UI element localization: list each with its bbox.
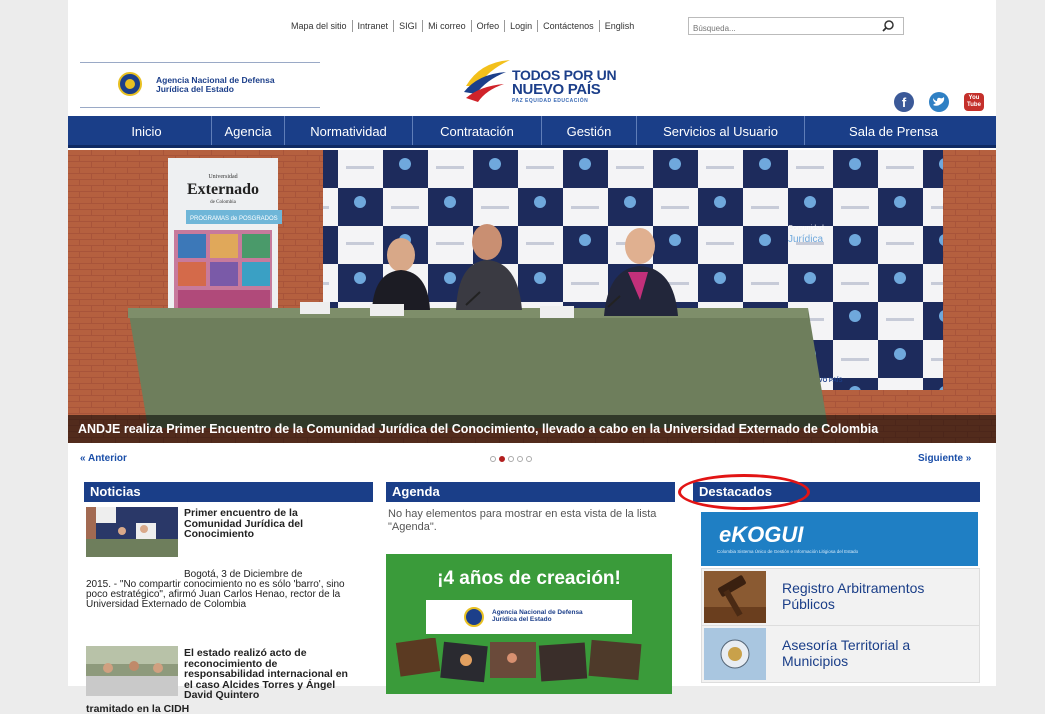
link-english[interactable]: English bbox=[600, 20, 640, 32]
search-box bbox=[688, 17, 904, 37]
noticias-heading: Noticias bbox=[84, 482, 373, 502]
link-intranet[interactable]: Intranet bbox=[353, 20, 395, 32]
destacados-section: Destacados eKOGUI Colombia Sistema Único… bbox=[693, 482, 980, 686]
page-margin-right bbox=[996, 0, 1045, 686]
youtube-icon[interactable]: You Tube bbox=[964, 93, 984, 111]
colombia-seal-icon bbox=[464, 607, 484, 627]
news-title[interactable]: El estado realizó acto de reconocimiento… bbox=[184, 648, 354, 701]
nav-sala-de-prensa[interactable]: Sala de Prensa bbox=[805, 116, 996, 145]
asesoria-territorial-card[interactable]: Asesoría Territorial a Municipios bbox=[701, 625, 980, 683]
nav-contratacion[interactable]: Contratación bbox=[413, 116, 542, 145]
slider-dots bbox=[490, 456, 532, 462]
link-mapa-del-sitio[interactable]: Mapa del sitio bbox=[286, 20, 353, 32]
link-contactenos[interactable]: Contáctenos bbox=[538, 20, 600, 32]
banner-small-text: Universidad bbox=[208, 174, 237, 180]
nav-agencia[interactable]: Agencia bbox=[212, 116, 285, 145]
anniversary-title: ¡4 años de creación! bbox=[437, 568, 621, 589]
noticias-section: Noticias Primer encuentro de la Comunida… bbox=[84, 482, 373, 714]
agency-name: Agencia Nacional de Defensa Jurídica del… bbox=[156, 76, 275, 94]
news-title[interactable]: Primer encuentro de la Comunidad Jurídic… bbox=[184, 508, 354, 540]
gov-brand-tagline: PAZ EQUIDAD EDUCACIÓN bbox=[512, 98, 589, 104]
gov-brand-swoosh-icon bbox=[464, 60, 510, 102]
slider-next-label: Siguiente bbox=[918, 453, 964, 464]
ekogui-title: eKOGUI bbox=[719, 522, 804, 547]
ekogui-subtitle: Colombia Sistema Único de Gestión e Info… bbox=[717, 549, 859, 554]
youtube-icon-line1: You bbox=[968, 95, 980, 101]
slider-dot[interactable] bbox=[526, 456, 532, 462]
gov-brand-logo: TODOS POR UN NUEVO PAÍS PAZ EQUIDAD EDUC… bbox=[460, 56, 620, 104]
backdrop-brand-text: Comunidad bbox=[788, 225, 824, 232]
ekogui-banner[interactable]: eKOGUI Colombia Sistema Único de Gestión… bbox=[701, 512, 978, 566]
link-sigi[interactable]: SIGI bbox=[394, 20, 424, 32]
nav-inicio[interactable]: Inicio bbox=[68, 116, 212, 145]
youtube-icon-line2: Tube bbox=[967, 102, 981, 108]
colombia-seal-icon bbox=[118, 72, 142, 96]
banner-big-text: Externado bbox=[187, 181, 259, 198]
main-nav: Inicio Agencia Normatividad Contratación… bbox=[68, 116, 996, 148]
agency-name-line2: Jurídica del Estado bbox=[156, 84, 234, 94]
anniversary-logo-card: Agencia Nacional de Defensa Jurídica del… bbox=[426, 600, 632, 634]
registro-arbitramentos-label: Registro Arbitramentos Públicos bbox=[782, 580, 925, 612]
chevron-left-icon: « bbox=[80, 453, 88, 464]
slider-dot[interactable] bbox=[499, 456, 505, 462]
municipality-seal-icon bbox=[704, 628, 766, 680]
banner-sub-text: de Colombia bbox=[210, 200, 236, 205]
search-icon[interactable] bbox=[881, 19, 895, 33]
slider-dot[interactable] bbox=[508, 456, 514, 462]
slider-dot[interactable] bbox=[490, 456, 496, 462]
hero-slide[interactable]: Universidad Externado de Colombia PROGRA… bbox=[68, 150, 996, 443]
page-margin-left bbox=[0, 0, 68, 686]
agenda-empty-message: No hay elementos para mostrar en esta vi… bbox=[388, 508, 657, 533]
gavel-icon bbox=[704, 571, 766, 623]
chevron-right-icon: » bbox=[963, 453, 972, 464]
anniversary-logo-line1: Agencia Nacional de Defensa bbox=[492, 609, 583, 616]
hero-caption[interactable]: ANDJE realiza Primer Encuentro de la Com… bbox=[68, 415, 996, 443]
news-body: tramitado en la CIDH bbox=[86, 704, 190, 714]
slider-prev-button[interactable]: « Anterior bbox=[80, 453, 127, 464]
agenda-section: Agenda No hay elementos para mostrar en … bbox=[386, 482, 675, 694]
news-thumbnail[interactable] bbox=[86, 507, 178, 557]
backdrop-brand2-text: Jurídica bbox=[788, 234, 823, 245]
link-mi-correo[interactable]: Mi correo bbox=[423, 20, 472, 32]
nav-gestion[interactable]: Gestión bbox=[542, 116, 637, 145]
facebook-icon[interactable]: f bbox=[894, 92, 914, 112]
news-item[interactable]: Primer encuentro de la Comunidad Jurídic… bbox=[84, 502, 373, 630]
news-body: 2015. - "No compartir conocimiento no es… bbox=[86, 579, 345, 610]
news-item[interactable]: El estado realizó acto de reconocimiento… bbox=[84, 630, 373, 714]
utility-links: Mapa del sitio Intranet SIGI Mi correo O… bbox=[286, 16, 639, 36]
link-orfeo[interactable]: Orfeo bbox=[472, 20, 506, 32]
link-login[interactable]: Login bbox=[505, 20, 539, 32]
twitter-icon[interactable] bbox=[929, 92, 949, 112]
anniversary-banner[interactable]: ¡4 años de creación! Agencia Nacional de… bbox=[386, 554, 672, 694]
slider-next-button[interactable]: Siguiente » bbox=[918, 453, 971, 464]
gov-brand-line2: NUEVO PAÍS bbox=[512, 81, 601, 98]
search-input[interactable] bbox=[689, 20, 877, 37]
slider-dot[interactable] bbox=[517, 456, 523, 462]
agency-logo[interactable]: Agencia Nacional de Defensa Jurídica del… bbox=[80, 62, 320, 108]
registro-arbitramentos-card[interactable]: Registro Arbitramentos Públicos bbox=[701, 568, 980, 626]
nav-servicios-al-usuario[interactable]: Servicios al Usuario bbox=[637, 116, 805, 145]
slider-prev-label: Anterior bbox=[87, 453, 127, 464]
hero-photo: Universidad Externado de Colombia PROGRA… bbox=[68, 150, 996, 443]
anniversary-logo-line2: Jurídica del Estado bbox=[492, 616, 552, 623]
destacados-heading: Destacados bbox=[693, 482, 980, 502]
agenda-heading: Agenda bbox=[386, 482, 675, 502]
banner-prog-text: PROGRAMAS de POSGRADOS bbox=[190, 216, 278, 222]
nav-normatividad[interactable]: Normatividad bbox=[285, 116, 413, 145]
asesoria-territorial-label: Asesoría Territorial a Municipios bbox=[782, 637, 911, 669]
news-thumbnail[interactable] bbox=[86, 646, 178, 696]
